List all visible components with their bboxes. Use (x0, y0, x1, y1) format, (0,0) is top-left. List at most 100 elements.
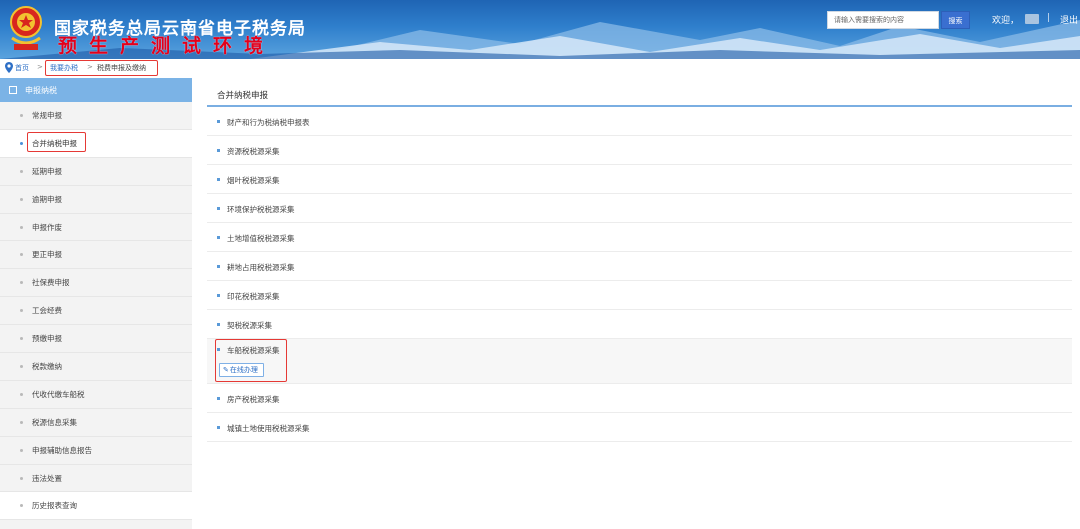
bullet-icon (20, 253, 23, 257)
list-item[interactable]: 环境保护税税源采集 (207, 194, 1072, 223)
sidebar-item[interactable]: 工会经费 (0, 297, 192, 326)
list-item[interactable]: 烟叶税税源采集 (207, 165, 1072, 194)
sidebar-item[interactable]: 预缴申报 (0, 325, 192, 354)
bullet-icon (20, 225, 23, 229)
sidebar-item[interactable]: 申报辅助信息报告 (0, 436, 192, 465)
bullet-icon (217, 294, 220, 297)
bullet-icon (217, 265, 220, 268)
username-masked (1025, 14, 1039, 24)
sidebar-item-label: 申报辅助信息报告 (32, 445, 92, 455)
list-item[interactable]: 契税税源采集 (207, 310, 1072, 339)
bullet-icon (20, 337, 23, 341)
list-item[interactable]: 车船税税源采集 ✎在线办理 (207, 339, 1072, 384)
list-item-label[interactable]: 环境保护税税源采集 (227, 204, 295, 215)
sidebar-item[interactable]: 代收代缴车船税 (0, 380, 192, 409)
sidebar-item-label: 申报作废 (32, 222, 62, 232)
sidebar-item-label: 社保费申报 (32, 278, 70, 288)
list-item[interactable]: 财产和行为税纳税申报表 (207, 107, 1072, 136)
list-item-label[interactable]: 烟叶税税源采集 (227, 175, 280, 186)
sidebar-item-label: 延期申报 (32, 166, 62, 176)
search-button[interactable]: 搜索 (941, 11, 970, 29)
logout-link[interactable]: 退出 (1060, 13, 1078, 26)
sidebar-item-label: 税款缴纳 (32, 361, 62, 371)
sidebar-item-label: 工会经费 (32, 306, 62, 316)
list-item[interactable]: 土地增值税税源采集 (207, 223, 1072, 252)
sidebar-item-label: 逾期申报 (32, 194, 62, 204)
sidebar-item-label: 代收代缴车船税 (32, 389, 85, 399)
header-separator: | (1047, 13, 1051, 23)
sidebar-item-label: 历史报表查询 (32, 501, 77, 511)
bullet-icon (217, 426, 220, 429)
sidebar-item[interactable]: 违法处置 (0, 464, 192, 493)
site-header: 国家税务总局云南省电子税务局 预生产测试环境 请输入需要搜索的内容 搜索 欢迎，… (0, 0, 1080, 59)
list-item[interactable]: 印花税税源采集 (207, 281, 1072, 310)
bullet-icon (20, 197, 23, 201)
list-item-label[interactable]: 城镇土地使用税税源采集 (227, 423, 310, 434)
sidebar-item[interactable]: 逾期申报 (0, 185, 192, 214)
list-item-label[interactable]: 契税税源采集 (227, 320, 272, 331)
list-item-label[interactable]: 印花税税源采集 (227, 291, 280, 302)
sidebar-item[interactable]: 申报作废 (0, 213, 192, 242)
bullet-icon (20, 169, 23, 173)
bullet-icon (20, 392, 23, 396)
sidebar-item[interactable]: 更正申报 (0, 241, 192, 270)
list-item[interactable]: 城镇土地使用税税源采集 (207, 413, 1072, 442)
sidebar-item[interactable]: 延期申报 (0, 157, 192, 186)
sidebar-item[interactable]: 合并纳税申报 (0, 129, 192, 158)
breadcrumb-home[interactable]: 首页 (15, 63, 29, 73)
bullet-icon (217, 236, 220, 239)
bullet-icon (217, 120, 220, 123)
sidebar-item-label: 更正申报 (32, 250, 62, 260)
bullet-icon (20, 309, 23, 313)
environment-label: 预生产测试环境 (58, 35, 276, 57)
bullet-icon (217, 323, 220, 326)
sidebar-item-label: 税源信息采集 (32, 417, 77, 427)
bullet-icon (20, 420, 23, 424)
list-item-label[interactable]: 资源税税源采集 (227, 146, 280, 157)
bullet-icon (20, 364, 23, 368)
search-input[interactable]: 请输入需要搜索的内容 (827, 11, 939, 29)
bullet-icon (20, 476, 23, 480)
item-highlight-box (215, 339, 287, 382)
sidebar-item[interactable]: 历史报表查询 (0, 492, 192, 521)
breadcrumb-item-tax[interactable]: 我要办税 (50, 63, 78, 73)
bullet-icon (217, 178, 220, 181)
sidebar-item[interactable]: 税源信息采集 (0, 408, 192, 437)
list-item[interactable]: 资源税税源采集 (207, 136, 1072, 165)
sidebar-item-label: 违法处置 (32, 473, 62, 483)
list-item-label[interactable]: 耕地占用税税源采集 (227, 262, 295, 273)
sidebar-item[interactable]: 常规申报 (0, 102, 192, 130)
bullet-icon (20, 141, 23, 145)
breadcrumb: 首页 > 我要办税 > 税费申报及缴纳 (0, 59, 1080, 77)
list-item[interactable]: 房产税税源采集 (207, 384, 1072, 413)
bullet-icon (20, 504, 23, 508)
main-panel: 合并纳税申报 财产和行为税纳税申报表 资源税税源采集 烟叶税税源采集环境保护税税源采… (207, 78, 1072, 529)
sidebar-item[interactable]: 社保费申报 (0, 269, 192, 298)
active-highlight-box (27, 131, 86, 152)
tax-emblem-icon (10, 6, 42, 50)
sidebar-item[interactable]: 税款缴纳 (0, 353, 192, 381)
window-icon (9, 86, 17, 94)
bullet-icon (217, 207, 220, 210)
breadcrumb-item-current: 税费申报及缴纳 (97, 64, 146, 72)
breadcrumb-separator: > (87, 63, 93, 71)
list-item-label[interactable]: 土地增值税税源采集 (227, 233, 295, 244)
bullet-icon (20, 113, 23, 117)
breadcrumb-separator: > (37, 63, 43, 71)
list-item[interactable]: 耕地占用税税源采集 (207, 252, 1072, 281)
sidebar: 申报纳税 常规申报合并纳税申报延期申报逾期申报申报作废更正申报社保费申报工会经费… (0, 78, 192, 529)
bullet-icon (20, 281, 23, 285)
sidebar-item-label: 常规申报 (32, 110, 62, 120)
list-item-label[interactable]: 房产税税源采集 (227, 394, 280, 405)
list-item-label[interactable]: 财产和行为税纳税申报表 (227, 117, 310, 128)
welcome-text: 欢迎， (992, 16, 1020, 26)
sidebar-header[interactable]: 申报纳税 (0, 78, 192, 102)
page-title: 合并纳税申报 (217, 91, 269, 101)
item-list: 财产和行为税纳税申报表 资源税税源采集 烟叶税税源采集环境保护税税源采集 土地增值税税… (207, 107, 1072, 442)
bullet-icon (217, 149, 220, 152)
location-pin-icon (5, 62, 13, 73)
bullet-icon (217, 397, 220, 400)
bullet-icon (20, 448, 23, 452)
sidebar-item-label: 预缴申报 (32, 334, 62, 344)
sidebar-title: 申报纳税 (25, 85, 57, 95)
